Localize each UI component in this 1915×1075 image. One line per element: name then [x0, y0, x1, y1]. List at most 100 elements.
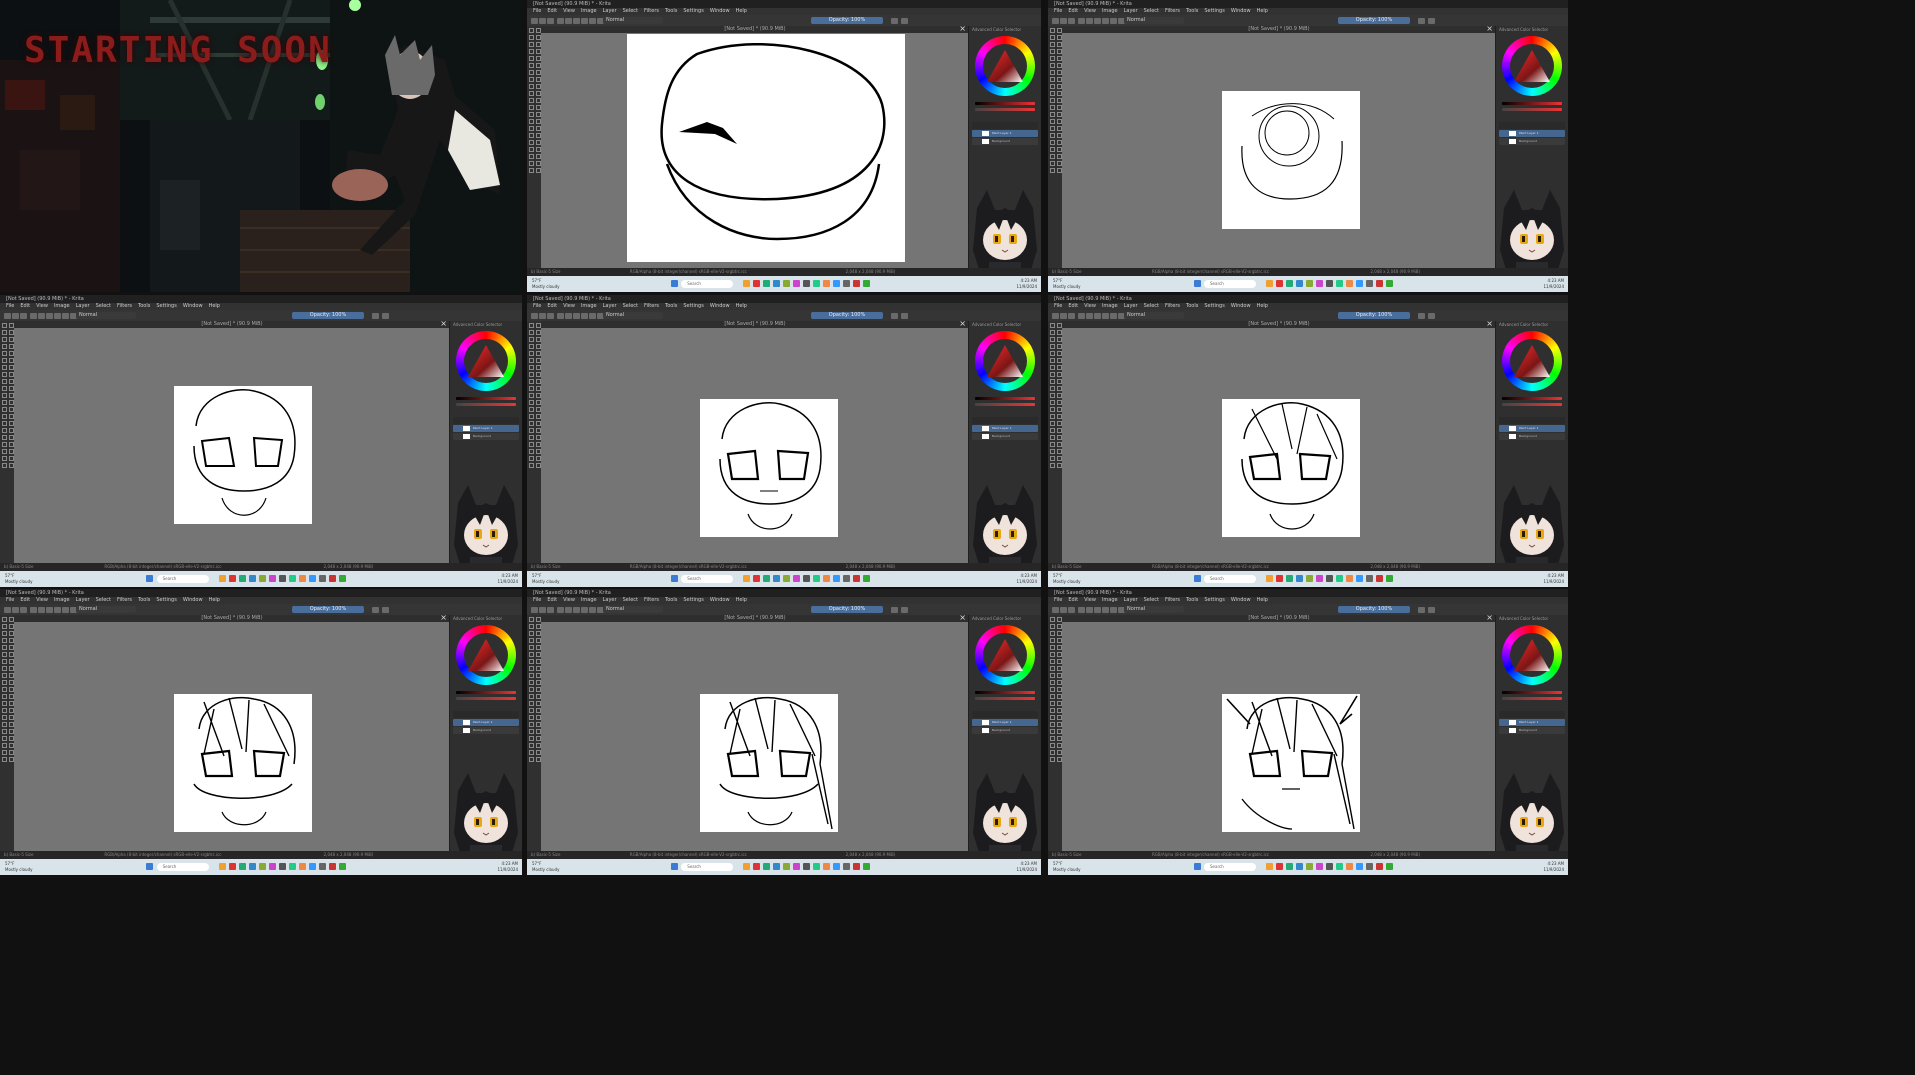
blend-mode-select[interactable]: Normal: [603, 17, 663, 24]
taskbar-app-icon[interactable]: [762, 280, 770, 287]
menu-item[interactable]: Select: [1144, 597, 1159, 603]
tool-icon[interactable]: [529, 421, 534, 426]
taskbar-app-icon[interactable]: [1376, 863, 1384, 870]
taskbar-app-icon[interactable]: [842, 280, 850, 287]
saturation-slider[interactable]: [975, 697, 1035, 700]
taskbar-app-icon[interactable]: [742, 863, 750, 870]
saturation-slider[interactable]: [975, 403, 1035, 406]
taskbar-app-icon[interactable]: [1296, 575, 1304, 582]
tool-icon[interactable]: [1050, 112, 1055, 117]
tool-icon[interactable]: [2, 736, 7, 741]
tool-icon[interactable]: [529, 729, 534, 734]
tool-icon[interactable]: [2, 708, 7, 713]
menu-item[interactable]: Help: [1257, 8, 1268, 14]
tool-icon[interactable]: [2, 428, 7, 433]
taskbar-app-icon[interactable]: [822, 863, 830, 870]
close-icon[interactable]: ×: [959, 320, 966, 328]
tool-icon[interactable]: [1050, 63, 1055, 68]
weather-widget[interactable]: 57°F Mostly cloudy: [5, 861, 33, 873]
menu-item[interactable]: Settings: [683, 303, 704, 309]
menu-item[interactable]: Settings: [683, 8, 704, 14]
tool-icon[interactable]: [529, 42, 534, 47]
eraser-toggle-icon[interactable]: [1428, 313, 1435, 319]
taskbar-app-icon[interactable]: [772, 863, 780, 870]
taskbar-search[interactable]: Search: [681, 575, 733, 583]
tool-icon[interactable]: [529, 84, 534, 89]
taskbar-app-icon[interactable]: [279, 863, 287, 870]
opacity-slider[interactable]: Opacity: 100%: [292, 312, 364, 319]
menu-item[interactable]: Edit: [1068, 8, 1078, 14]
taskbar-app-icon[interactable]: [1266, 280, 1274, 287]
weather-widget[interactable]: 57°F Mostly cloudy: [1053, 278, 1081, 290]
tool-icon[interactable]: [529, 757, 534, 762]
toolbar-button-icon[interactable]: [1094, 18, 1101, 24]
taskbar-app-icon[interactable]: [219, 863, 227, 870]
menu-item[interactable]: Settings: [1204, 8, 1225, 14]
blend-mode-select[interactable]: Normal: [1124, 606, 1184, 613]
tool-icon[interactable]: [2, 330, 7, 335]
eraser-toggle-icon[interactable]: [382, 313, 389, 319]
taskbar-app-icon[interactable]: [1376, 575, 1384, 582]
menu-item[interactable]: Window: [1231, 303, 1251, 309]
layer-row[interactable]: Paint Layer 1: [453, 719, 519, 726]
tool-icon[interactable]: [529, 365, 534, 370]
toolbar-button-icon[interactable]: [581, 607, 588, 613]
weather-widget[interactable]: 57°F Mostly cloudy: [1053, 573, 1081, 585]
tool-icon[interactable]: [1050, 736, 1055, 741]
menu-item[interactable]: File: [1054, 597, 1062, 603]
layer-row[interactable]: Background: [1499, 138, 1565, 145]
tool-icon[interactable]: [529, 105, 534, 110]
document-tab[interactable]: [Not Saved] * (90.9 MiB) ×: [1062, 614, 1496, 622]
tool-icon[interactable]: [1050, 337, 1055, 342]
taskbar-app-icon[interactable]: [1366, 863, 1374, 870]
document-tab[interactable]: [Not Saved] * (90.9 MiB) ×: [541, 614, 969, 622]
taskbar-app-icon[interactable]: [259, 575, 267, 582]
tool-icon[interactable]: [529, 638, 534, 643]
toolbar-button-icon[interactable]: [573, 18, 580, 24]
menu-item[interactable]: Layer: [76, 303, 90, 309]
color-triangle[interactable]: [466, 637, 506, 673]
value-slider[interactable]: [1502, 397, 1562, 400]
tool-icon[interactable]: [529, 168, 534, 173]
menu-item[interactable]: Image: [581, 8, 597, 14]
menu-item[interactable]: View: [563, 8, 575, 14]
taskbar-app-icon[interactable]: [1306, 280, 1314, 287]
toolbar-button-icon[interactable]: [30, 313, 37, 319]
taskbar-app-icon[interactable]: [842, 863, 850, 870]
start-button-icon[interactable]: [1193, 863, 1201, 870]
tool-icon[interactable]: [529, 750, 534, 755]
tool-icon[interactable]: [2, 652, 7, 657]
taskbar-app-icon[interactable]: [319, 863, 327, 870]
menu-item[interactable]: Tools: [665, 8, 677, 14]
toolbar-button-icon[interactable]: [1110, 607, 1117, 613]
tool-icon[interactable]: [1050, 372, 1055, 377]
taskbar-app-icon[interactable]: [762, 863, 770, 870]
brush-preset-icon[interactable]: [372, 313, 379, 319]
drawing-canvas[interactable]: [1222, 399, 1360, 537]
tool-icon[interactable]: [2, 715, 7, 720]
drawing-canvas[interactable]: [627, 34, 905, 262]
tool-icon[interactable]: [529, 351, 534, 356]
tool-icon[interactable]: [1050, 91, 1055, 96]
tool-icon[interactable]: [529, 147, 534, 152]
taskbar-app-icon[interactable]: [1336, 863, 1344, 870]
tool-icon[interactable]: [529, 708, 534, 713]
menu-item[interactable]: Filters: [1165, 8, 1180, 14]
taskbar-app-icon[interactable]: [269, 863, 277, 870]
tool-icon[interactable]: [1050, 344, 1055, 349]
saturation-slider[interactable]: [1502, 697, 1562, 700]
toolbar-button-icon[interactable]: [62, 607, 69, 613]
taskbar-app-icon[interactable]: [802, 863, 810, 870]
tool-icon[interactable]: [529, 449, 534, 454]
toolbar-button-icon[interactable]: [1086, 607, 1093, 613]
document-tab[interactable]: [Not Saved] * (90.9 MiB) ×: [541, 25, 969, 33]
menu-item[interactable]: View: [1084, 303, 1096, 309]
toolbar-button-icon[interactable]: [1068, 18, 1075, 24]
opacity-slider[interactable]: Opacity: 100%: [811, 312, 883, 319]
toolbar-button-icon[interactable]: [573, 313, 580, 319]
canvas-area[interactable]: [Not Saved] * (90.9 MiB) ×: [1062, 320, 1496, 563]
menu-item[interactable]: Select: [623, 303, 638, 309]
weather-widget[interactable]: 57°F Mostly cloudy: [532, 278, 560, 290]
taskbar-app-icon[interactable]: [239, 863, 247, 870]
taskbar-app-icon[interactable]: [289, 863, 297, 870]
